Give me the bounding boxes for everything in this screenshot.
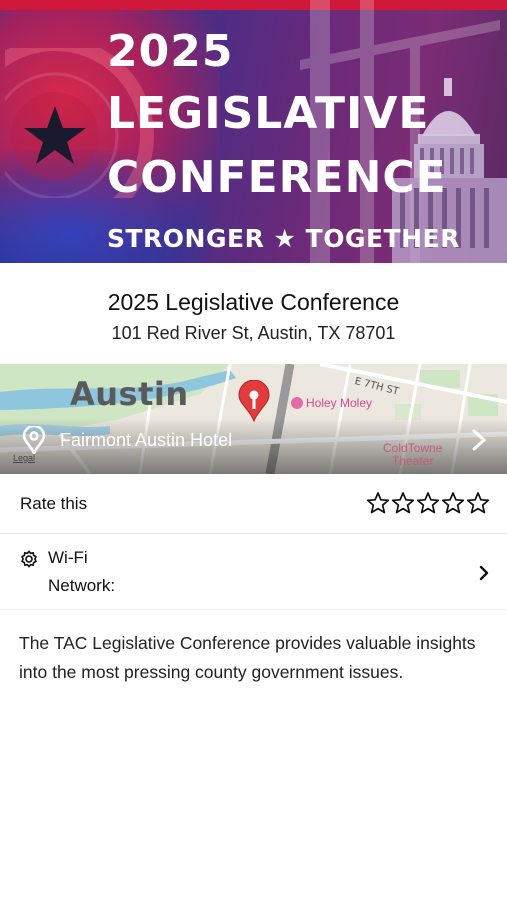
divider xyxy=(0,533,507,534)
event-description: The TAC Legislative Conference provides … xyxy=(19,633,476,682)
banner-tagline: STRONGER ★ TOGETHER xyxy=(107,224,460,253)
banner-title-line2: LEGISLATIVE xyxy=(107,88,430,139)
chevron-right-icon[interactable] xyxy=(470,428,488,452)
map-poi-label-line2: Theater xyxy=(392,454,434,468)
gear-icon xyxy=(21,550,37,568)
divider xyxy=(0,609,507,610)
star-outline-icon[interactable] xyxy=(441,491,465,515)
map-venue-name[interactable]: Fairmont Austin Hotel xyxy=(60,430,232,451)
rate-label: Rate this xyxy=(20,494,88,513)
star-outline-icon[interactable] xyxy=(366,491,390,515)
event-address: 101 Red River St, Austin, TX 78701 xyxy=(111,323,396,343)
map-pin-icon[interactable] xyxy=(236,380,272,422)
banner-title-line3: CONFERENCE xyxy=(107,152,447,203)
map-legal-link[interactable]: Legal xyxy=(13,453,35,463)
star-outline-icon[interactable] xyxy=(416,491,440,515)
location-pin-icon xyxy=(22,426,46,454)
poi-marker-icon xyxy=(291,397,303,409)
map-city-label: Austin xyxy=(70,375,189,413)
star-outline-icon[interactable] xyxy=(391,491,415,515)
map-poi-label: Holey Moley xyxy=(306,396,373,410)
chevron-right-icon[interactable] xyxy=(478,564,490,582)
wifi-network-label: Network: xyxy=(48,576,116,595)
event-title: 2025 Legislative Conference xyxy=(107,289,400,315)
star-rating[interactable] xyxy=(366,491,490,517)
banner-title-year: 2025 xyxy=(107,26,234,77)
map-poi-coldtowne[interactable]: ColdTowne Theater xyxy=(383,442,442,468)
map-poi-holey-moley[interactable]: Holey Moley xyxy=(291,396,372,410)
star-outline-icon[interactable] xyxy=(466,491,490,515)
wifi-title: Wi-Fi xyxy=(48,548,88,567)
event-banner-image: 2025 LEGISLATIVE CONFERENCE STRONGER ★ T… xyxy=(0,0,507,263)
